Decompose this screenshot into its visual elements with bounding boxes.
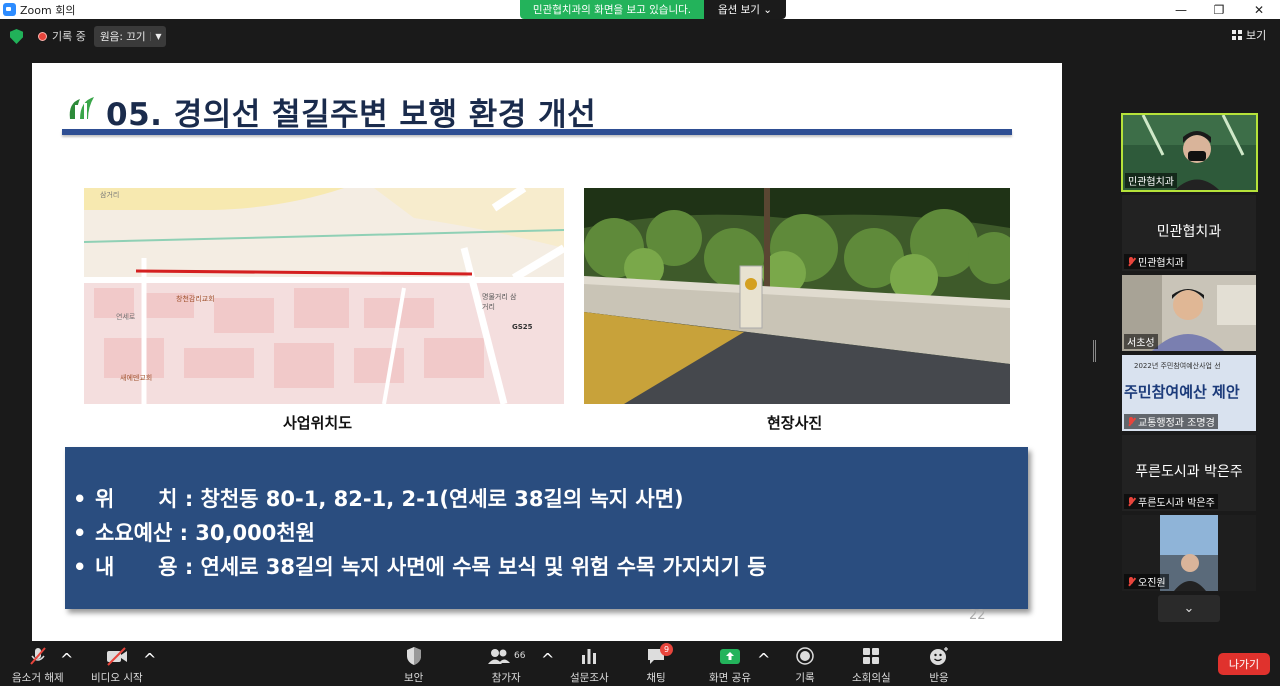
- share-options-chevron-icon[interactable]: ^: [757, 650, 770, 669]
- chat-button[interactable]: 9 채팅: [646, 643, 673, 685]
- view-button[interactable]: 보기: [1232, 27, 1266, 43]
- maximize-button[interactable]: ❐: [1200, 0, 1238, 19]
- record-button[interactable]: 기록: [795, 646, 815, 685]
- participants-count: 66: [514, 651, 526, 661]
- info-budget: • 소요예산 : 30,000천원: [73, 521, 315, 545]
- record-icon: [796, 647, 814, 665]
- map-caption: 사업위치도: [283, 414, 353, 432]
- participant-tile-poster[interactable]: 2022년 주민참여예산사업 선 주민참여예산 제안 교통행정과 조명경: [1122, 355, 1256, 431]
- participants-options-chevron-icon[interactable]: ^: [541, 650, 554, 669]
- project-info-box: • 위 치 : 창천동 80-1, 82-1, 2-1(연세로 38길의 녹지 사…: [65, 447, 1028, 609]
- participants-icon: [488, 649, 510, 664]
- recording-dot-icon: [38, 31, 47, 41]
- participant-name: 민관협치과: [1124, 254, 1187, 269]
- poster-header: 2022년 주민참여예산사업 선: [1134, 362, 1221, 370]
- close-button[interactable]: ✕: [1240, 0, 1278, 19]
- share-screen-button[interactable]: 화면 공유: [709, 646, 751, 685]
- participant-name: 교통행정과 조명경: [1124, 414, 1218, 429]
- unmute-button[interactable]: 음소거 해제: [12, 646, 64, 685]
- page-number: 22: [969, 608, 986, 623]
- site-photo: [584, 188, 1010, 404]
- grid-icon: [1232, 30, 1242, 40]
- participant-display-name: 푸른도시과 박은주: [1135, 464, 1243, 480]
- participant-name: 서초성: [1124, 334, 1158, 349]
- participant-tile-name-only[interactable]: 민관협치과 민관협치과: [1122, 195, 1256, 271]
- reactions-button[interactable]: 반응: [928, 646, 950, 685]
- participant-name: 푸른도시과 박은주: [1124, 494, 1218, 509]
- map-label-road: 연세로: [116, 313, 136, 321]
- breakout-rooms-icon: [863, 648, 880, 664]
- original-audio-toggle[interactable]: 원음: 끄기 ▼: [94, 26, 166, 47]
- participant-display-name: 민관협치과: [1156, 224, 1222, 240]
- view-label: 보기: [1246, 29, 1267, 42]
- mapo-logo-icon: [69, 97, 94, 119]
- mic-muted-icon: [30, 647, 46, 665]
- map-label-samgeori: 삼거리: [100, 191, 120, 199]
- map-label-church: 창천감리교회: [176, 295, 215, 303]
- participant-name: 민관협치과: [1125, 173, 1177, 188]
- participant-video: [1160, 515, 1218, 591]
- participant-name: 오진원: [1124, 574, 1169, 589]
- shield-icon: [406, 647, 421, 665]
- participant-tile-video[interactable]: 서초성: [1122, 275, 1256, 351]
- panel-resize-handle[interactable]: [1093, 340, 1096, 362]
- map-label-eden-church: 새에덴교회: [120, 374, 153, 382]
- start-video-button[interactable]: 비디오 시작: [91, 646, 143, 685]
- audio-options-chevron-icon[interactable]: ^: [60, 650, 73, 669]
- video-options-chevron-icon[interactable]: ^: [143, 650, 156, 669]
- meeting-toolbar: 음소거 해제 ^ 비디오 시작 ^ 보안 66 참가자 ^ 설문조사 9 채팅 …: [0, 642, 1280, 686]
- mic-muted-icon: [1127, 416, 1135, 427]
- breakout-rooms-button[interactable]: 소회의실: [852, 646, 891, 685]
- scroll-participants-down-button[interactable]: ⌄: [1158, 595, 1220, 622]
- share-banner: 민관협치과의 화면을 보고 있습니다. 옵션 보기 ⌄: [520, 0, 786, 19]
- participant-tile-video[interactable]: 오진원: [1122, 515, 1256, 591]
- view-options-button[interactable]: 옵션 보기 ⌄: [704, 0, 786, 19]
- original-audio-label: 원음: 끄기: [100, 31, 146, 43]
- recording-label: 기록 중: [52, 30, 86, 43]
- security-button[interactable]: 보안: [404, 646, 423, 685]
- chat-unread-badge: 9: [660, 643, 673, 656]
- info-location: • 위 치 : 창천동 80-1, 82-1, 2-1(연세로 38길의 녹지 사…: [73, 487, 684, 511]
- mic-muted-icon: [1127, 496, 1135, 507]
- info-content: • 내 용 : 연세로 38길의 녹지 사면에 수목 보식 및 위험 수목 가지치…: [73, 555, 767, 579]
- photo-caption: 현장사진: [767, 414, 823, 432]
- title-underline: [62, 129, 1012, 135]
- poll-chart-icon: [582, 649, 597, 664]
- participant-tile-name-only[interactable]: 푸른도시과 박은주 푸른도시과 박은주: [1122, 435, 1256, 511]
- minimize-button[interactable]: —: [1162, 0, 1200, 19]
- participants-button[interactable]: 66 참가자: [487, 646, 525, 685]
- share-banner-message: 민관협치과의 화면을 보고 있습니다.: [520, 0, 704, 19]
- poster-title: 주민참여예산 제안: [1124, 383, 1240, 401]
- window-title: Zoom 회의: [20, 3, 76, 17]
- shared-slide: 05. 경의선 철길주변 보행 환경 개선 창천감리교회 GS25 명물거리 삼…: [32, 63, 1062, 641]
- recording-indicator[interactable]: 기록 중: [38, 28, 86, 44]
- zoom-app-icon: [3, 3, 16, 16]
- participant-tile-active-speaker[interactable]: 민관협치과: [1121, 113, 1258, 192]
- security-shield-icon[interactable]: [10, 29, 23, 44]
- leave-meeting-button[interactable]: 나가기: [1218, 653, 1270, 675]
- video-off-icon: [106, 647, 127, 666]
- mic-muted-icon: [1127, 576, 1135, 587]
- share-screen-icon: [719, 649, 740, 664]
- reaction-smiley-icon: [930, 647, 948, 665]
- chevron-down-icon[interactable]: ▼: [150, 32, 166, 41]
- meeting-top-strip: 기록 중 원음: 끄기 ▼ 보기: [0, 19, 1280, 55]
- map-label-gs25: GS25: [512, 323, 533, 331]
- slide-title: 05. 경의선 철길주변 보행 환경 개선: [106, 97, 597, 133]
- mic-muted-icon: [1127, 256, 1135, 267]
- map-label-junction: 명물거리 삼거리: [482, 293, 517, 311]
- polls-button[interactable]: 설문조사: [570, 646, 609, 685]
- project-location-map: 창천감리교회 GS25 명물거리 삼거리 연세로 새에덴교회 삼거리: [84, 188, 564, 404]
